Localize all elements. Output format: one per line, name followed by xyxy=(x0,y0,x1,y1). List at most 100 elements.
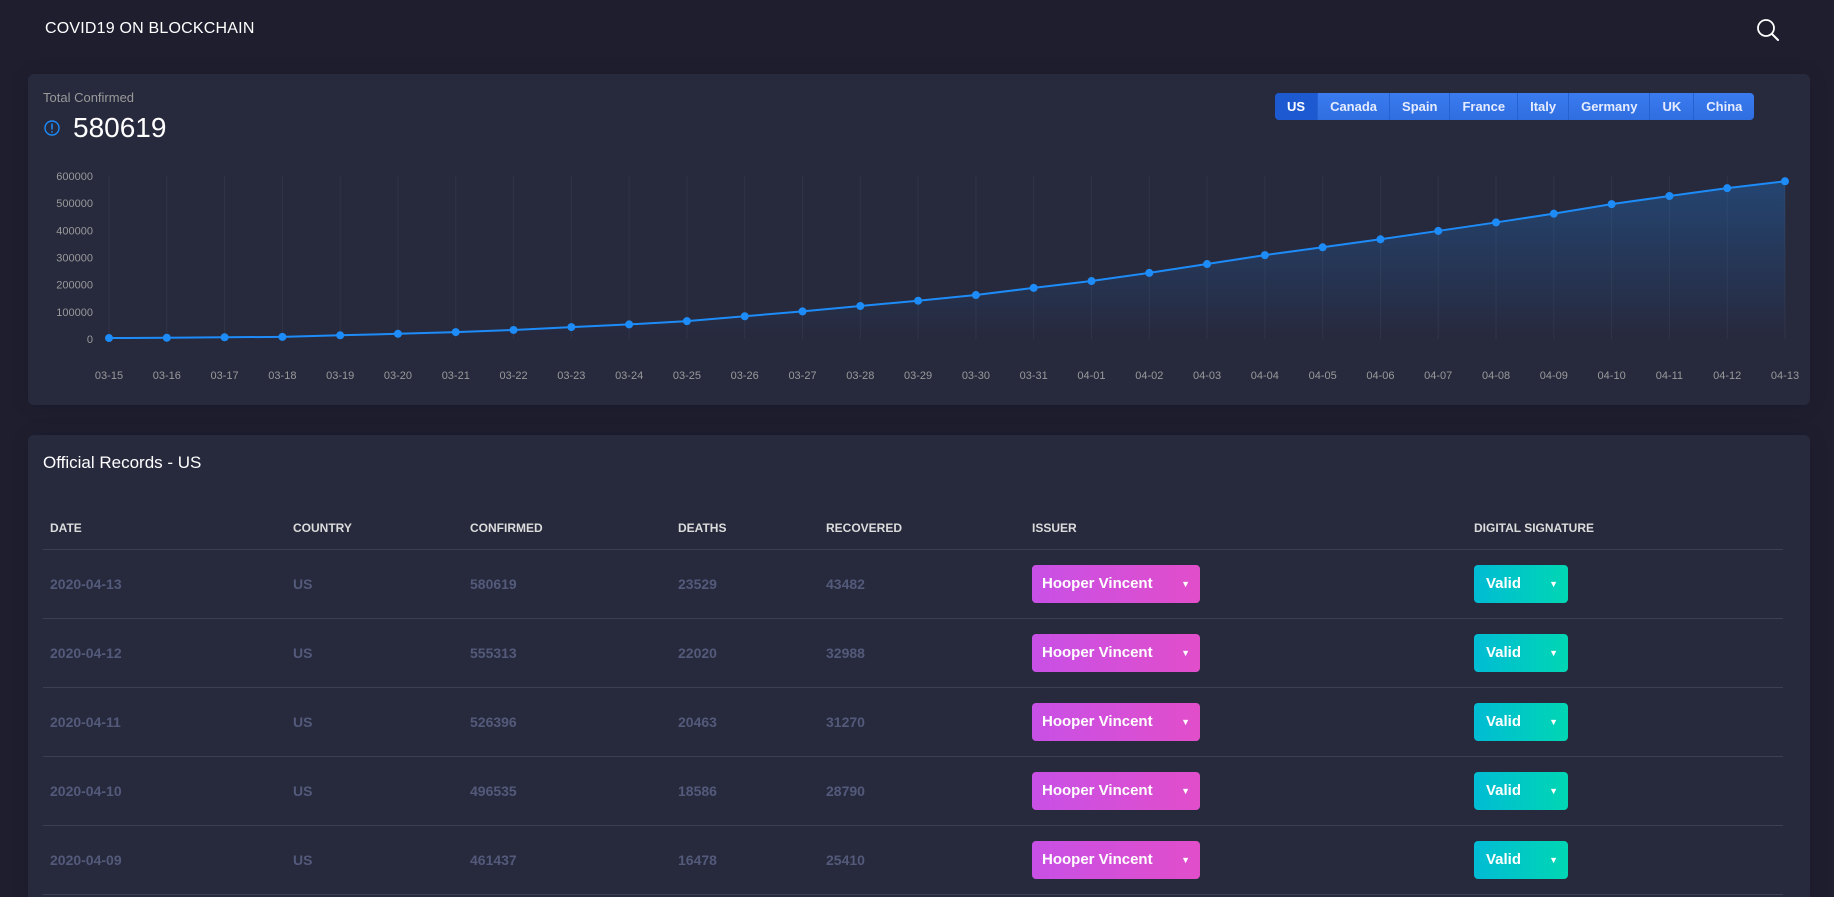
data-point[interactable] xyxy=(162,333,171,342)
info-icon xyxy=(44,120,60,136)
cell-recovered: 25410 xyxy=(819,825,1025,895)
issuer-dropdown[interactable]: Hooper Vincent ▼ xyxy=(1032,702,1200,741)
y-tick-label: 200000 xyxy=(56,280,93,292)
data-point[interactable] xyxy=(1376,235,1385,244)
cell-issuer: Hooper Vincent ▼ xyxy=(1025,825,1467,895)
data-point[interactable] xyxy=(914,296,923,305)
brand-title[interactable]: COVID19 ON BLOCKCHAIN xyxy=(45,20,255,38)
tab-italy[interactable]: Italy xyxy=(1518,93,1570,120)
tab-uk[interactable]: UK xyxy=(1650,93,1695,120)
x-tick-label: 04-03 xyxy=(1193,370,1221,382)
table-row: 2020-04-10 US 496535 18586 28790 Hooper Vince… xyxy=(43,756,1783,826)
data-point[interactable] xyxy=(1087,277,1096,286)
x-tick-label: 03-23 xyxy=(557,370,585,382)
data-point[interactable] xyxy=(220,333,229,342)
col-recovered: RECOVERED xyxy=(819,508,1025,550)
x-tick-label: 04-01 xyxy=(1077,370,1105,382)
data-point[interactable] xyxy=(1260,251,1269,260)
x-tick-label: 03-22 xyxy=(499,370,527,382)
navbar: COVID19 ON BLOCKCHAIN xyxy=(0,0,1834,60)
cell-signature: Valid ▼ xyxy=(1467,549,1783,619)
cell-confirmed: 580619 xyxy=(463,549,671,619)
cell-recovered: 31270 xyxy=(819,687,1025,757)
caret-down-icon: ▼ xyxy=(1549,785,1558,796)
issuer-dropdown[interactable]: Hooper Vincent ▼ xyxy=(1032,840,1200,879)
data-point[interactable] xyxy=(105,334,113,343)
data-point[interactable] xyxy=(1607,200,1616,209)
table-row: 2020-04-11 US 526396 20463 31270 Hooper Vince… xyxy=(43,687,1783,757)
x-tick-label: 03-26 xyxy=(731,370,759,382)
signature-dropdown[interactable]: Valid ▼ xyxy=(1474,564,1568,603)
records-body: 2020-04-13 US 580619 23529 43482 Hooper Vince… xyxy=(43,549,1783,895)
issuer-dropdown[interactable]: Hooper Vincent ▼ xyxy=(1032,771,1200,810)
data-point[interactable] xyxy=(1781,177,1789,186)
signature-dropdown[interactable]: Valid ▼ xyxy=(1474,771,1568,810)
tab-canada[interactable]: Canada xyxy=(1318,93,1391,120)
search-button[interactable] xyxy=(1754,16,1782,44)
cell-date: 2020-04-09 xyxy=(43,825,286,895)
data-point[interactable] xyxy=(1665,191,1674,200)
y-tick-label: 500000 xyxy=(56,198,93,210)
x-tick-label: 04-13 xyxy=(1771,370,1799,382)
data-point[interactable] xyxy=(625,320,634,329)
data-point[interactable] xyxy=(1203,260,1212,269)
data-point[interactable] xyxy=(1029,283,1038,292)
tab-france[interactable]: France xyxy=(1450,93,1519,120)
series-area xyxy=(109,181,1785,339)
card-category: Total Confirmed xyxy=(43,90,135,105)
signature-dropdown[interactable]: Valid ▼ xyxy=(1474,840,1568,879)
signature-dropdown[interactable]: Valid ▼ xyxy=(1474,633,1568,672)
data-point[interactable] xyxy=(278,332,287,341)
data-point[interactable] xyxy=(798,307,807,316)
cell-recovered: 32988 xyxy=(819,618,1025,688)
data-point[interactable] xyxy=(336,331,345,340)
data-point[interactable] xyxy=(740,312,749,321)
x-tick-label: 03-30 xyxy=(962,370,990,382)
chart-card: Total Confirmed 580619 US Canada Spain F… xyxy=(28,74,1810,405)
data-point[interactable] xyxy=(856,301,865,310)
cell-date: 2020-04-12 xyxy=(43,618,286,688)
data-point[interactable] xyxy=(1434,226,1443,235)
issuer-dropdown[interactable]: Hooper Vincent ▼ xyxy=(1032,564,1200,603)
data-point[interactable] xyxy=(1492,218,1501,227)
x-tick-label: 04-06 xyxy=(1366,370,1394,382)
caret-down-icon: ▼ xyxy=(1549,716,1558,727)
cell-confirmed: 496535 xyxy=(463,756,671,826)
x-tick-label: 03-24 xyxy=(615,370,643,382)
country-tabs: US Canada Spain France Italy Germany UK … xyxy=(1275,93,1755,120)
data-point[interactable] xyxy=(971,291,980,300)
records-title: Official Records - US xyxy=(43,453,202,472)
cell-signature: Valid ▼ xyxy=(1467,618,1783,688)
data-point[interactable] xyxy=(509,325,518,334)
table-header-row: DATE COUNTRY CONFIRMED DEATHS RECOVERED … xyxy=(43,508,1783,550)
cell-country: US xyxy=(286,549,463,619)
cell-signature: Valid ▼ xyxy=(1467,687,1783,757)
cell-deaths: 16478 xyxy=(671,825,819,895)
data-point[interactable] xyxy=(393,329,402,338)
x-tick-label: 03-28 xyxy=(846,370,874,382)
tab-china[interactable]: China xyxy=(1694,93,1755,120)
data-point[interactable] xyxy=(1145,268,1154,277)
cell-deaths: 22020 xyxy=(671,618,819,688)
cell-signature: Valid ▼ xyxy=(1467,756,1783,826)
data-point[interactable] xyxy=(682,317,691,326)
cell-country: US xyxy=(286,756,463,826)
issuer-dropdown[interactable]: Hooper Vincent ▼ xyxy=(1032,633,1200,672)
data-point[interactable] xyxy=(1549,209,1558,218)
signature-dropdown[interactable]: Valid ▼ xyxy=(1474,702,1568,741)
x-tick-label: 03-25 xyxy=(673,370,701,382)
data-point[interactable] xyxy=(1723,184,1732,193)
data-point[interactable] xyxy=(1318,243,1327,252)
y-tick-label: 400000 xyxy=(56,225,93,237)
data-point[interactable] xyxy=(451,328,460,337)
cell-issuer: Hooper Vincent ▼ xyxy=(1025,549,1467,619)
y-tick-label: 600000 xyxy=(56,171,93,183)
data-point[interactable] xyxy=(567,323,576,332)
tab-germany[interactable]: Germany xyxy=(1569,93,1651,120)
records-card: Official Records - US DATE COUNTRY CONFI… xyxy=(28,435,1810,897)
col-date: DATE xyxy=(43,508,286,550)
tab-spain[interactable]: Spain xyxy=(1390,93,1451,120)
x-tick-label: 03-19 xyxy=(326,370,354,382)
tab-us[interactable]: US xyxy=(1275,93,1319,120)
col-confirmed: CONFIRMED xyxy=(463,508,671,550)
